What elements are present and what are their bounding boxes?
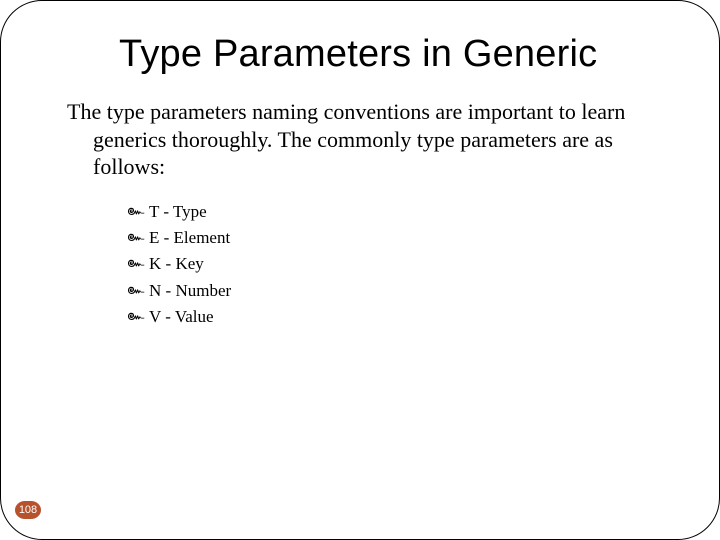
slide-title: Type Parameters in Generic xyxy=(119,33,671,76)
page-number: 108 xyxy=(15,501,41,519)
bullet-icon: ๛ xyxy=(127,225,144,251)
list-item: ๛ N - Number xyxy=(127,278,671,304)
list-item: ๛ K - Key xyxy=(127,251,671,277)
list-item: ๛ V - Value xyxy=(127,304,671,330)
list-item-label: N - Number xyxy=(149,281,231,300)
bullet-icon: ๛ xyxy=(127,304,144,330)
list-item-label: E - Element xyxy=(149,228,230,247)
list-item-label: K - Key xyxy=(149,254,204,273)
list-item: ๛ T - Type xyxy=(127,199,671,225)
slide: Type Parameters in Generic The type para… xyxy=(0,0,720,540)
bullet-icon: ๛ xyxy=(127,251,144,277)
bullet-icon: ๛ xyxy=(127,278,144,304)
list-item-label: V - Value xyxy=(149,307,214,326)
list-item-label: T - Type xyxy=(149,202,207,221)
list-item: ๛ E - Element xyxy=(127,225,671,251)
bullet-icon: ๛ xyxy=(127,199,144,225)
params-list: ๛ T - Type ๛ E - Element ๛ K - Key ๛ N -… xyxy=(127,199,671,331)
intro-text: The type parameters naming conventions a… xyxy=(67,98,661,181)
